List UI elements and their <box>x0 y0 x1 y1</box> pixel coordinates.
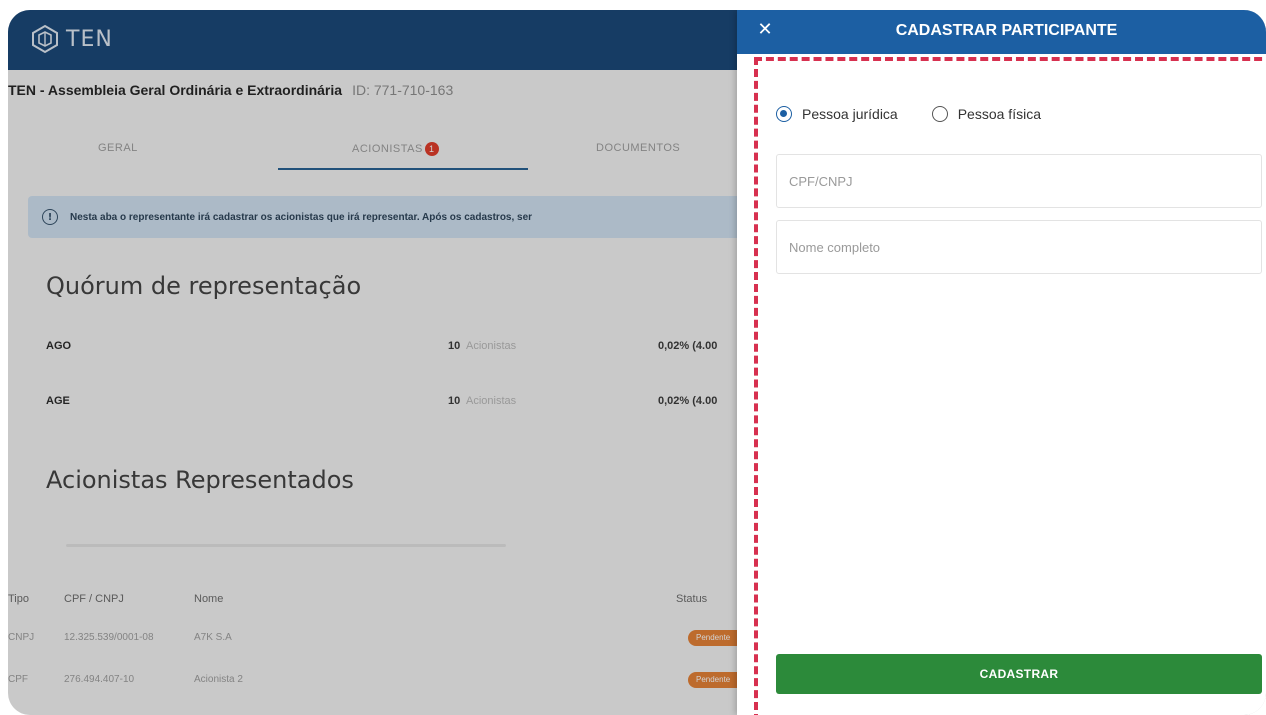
quorum-row-ago: AGO 10 Acionistas 0,02% (4.00 <box>46 340 718 352</box>
tab-bar: GERAL ACIONISTAS 1 DOCUMENTOS <box>48 130 768 174</box>
event-title: TEN - Assembleia Geral Ordinária e Extra… <box>8 82 453 98</box>
drawer-header: ✕ CADASTRAR PARTICIPANTE <box>737 10 1266 54</box>
tab-acionistas[interactable]: ACIONISTAS 1 <box>352 142 439 156</box>
cadastrar-button[interactable]: CADASTRAR <box>776 654 1262 694</box>
tab-badge: 1 <box>424 142 439 156</box>
quorum-title: Quórum de representação <box>46 272 362 300</box>
ten-logo-icon <box>32 24 58 54</box>
radio-pessoa-juridica[interactable]: Pessoa jurídica <box>776 106 898 122</box>
info-icon: ! <box>42 209 58 225</box>
logo-text: TEN <box>66 26 113 52</box>
radio-label: Pessoa jurídica <box>802 106 898 122</box>
quorum-row-age: AGE 10 Acionistas 0,02% (4.00 <box>46 395 718 407</box>
event-id: ID: 771-710-163 <box>352 82 454 98</box>
radio-checked-icon <box>776 106 792 122</box>
event-name: TEN - Assembleia Geral Ordinária e Extra… <box>8 82 343 98</box>
tab-geral[interactable]: GERAL <box>98 142 138 154</box>
drawer-title: CADASTRAR PARTICIPANTE <box>895 22 1118 39</box>
app-frame: TEN TEN - Assembleia Geral Ordinária e E… <box>8 10 1266 715</box>
info-text: Nesta aba o representante irá cadastrar … <box>70 211 533 223</box>
register-participant-drawer: ✕ CADASTRAR PARTICIPANTE Pessoa jurídica… <box>737 10 1266 715</box>
full-name-input[interactable] <box>776 220 1262 274</box>
cpf-cnpj-input[interactable] <box>776 154 1262 208</box>
info-banner: ! Nesta aba o representante irá cadastra… <box>28 196 788 238</box>
radio-unchecked-icon <box>931 106 948 122</box>
person-type-radio-group: Pessoa jurídica Pessoa física <box>776 106 1041 122</box>
active-tab-indicator <box>278 168 528 170</box>
radio-label: Pessoa física <box>957 106 1041 122</box>
represented-title: Acionistas Representados <box>46 466 354 494</box>
tab-documentos[interactable]: DOCUMENTOS <box>596 142 680 154</box>
radio-pessoa-fisica[interactable]: Pessoa física <box>931 106 1041 122</box>
hint-divider <box>66 544 506 547</box>
app-logo[interactable]: TEN <box>30 24 113 54</box>
